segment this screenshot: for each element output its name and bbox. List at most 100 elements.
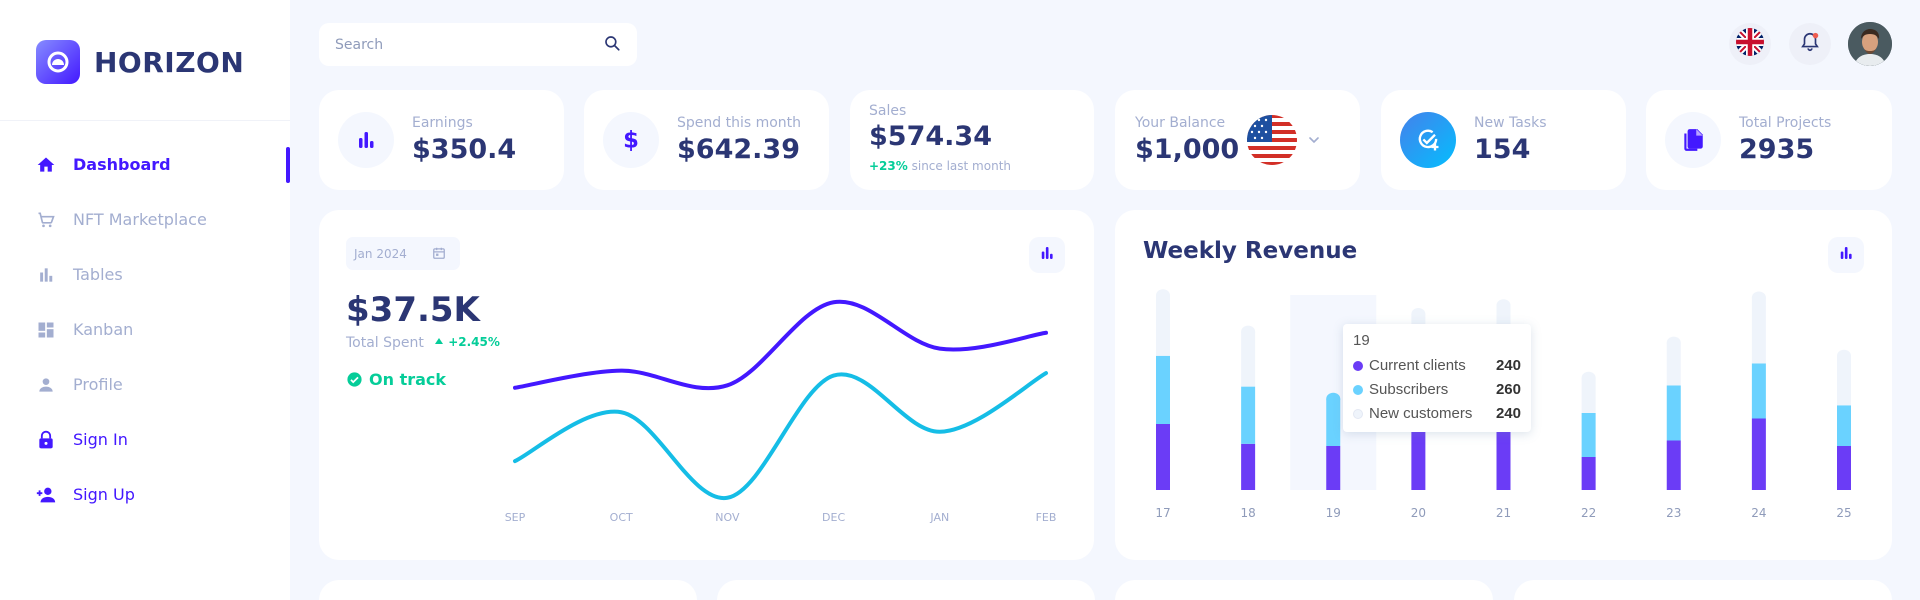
stat-label: Spend this month xyxy=(677,115,802,131)
notifications-button[interactable] xyxy=(1789,23,1831,65)
stat-card-balance: Your Balance $1,000 xyxy=(1115,90,1360,190)
total-spent-card: Jan 2024 $37.5K Total Spent +2.45% On tr… xyxy=(319,210,1094,560)
sidebar: HORIZON Dashboard NFT Marketplace Tables xyxy=(0,0,290,600)
sidebar-divider xyxy=(0,120,290,121)
bottom-card xyxy=(1514,580,1892,600)
bar-cap xyxy=(1241,325,1256,338)
sidebar-item-sign-in[interactable]: Sign In xyxy=(0,412,290,467)
bar-cap xyxy=(1326,392,1341,405)
bar-segment-new-customers[interactable] xyxy=(1751,297,1766,364)
bar-segment-current-clients[interactable] xyxy=(1326,446,1341,490)
x-tick-label: JAN xyxy=(929,511,949,524)
stat-label: Earnings xyxy=(412,115,473,131)
sidebar-item-label: NFT Marketplace xyxy=(73,210,207,229)
bar-segment-subscribers[interactable] xyxy=(1837,405,1851,446)
tooltip-row: Current clients 240 xyxy=(1353,357,1521,374)
sidebar-item-label: Tables xyxy=(73,265,123,284)
line-series-1 xyxy=(513,299,1048,391)
bar-segment-subscribers[interactable] xyxy=(1241,386,1256,444)
language-button[interactable] xyxy=(1729,23,1771,65)
stat-label: Sales xyxy=(869,103,907,119)
tooltip-row: Subscribers 260 xyxy=(1353,381,1521,398)
search-icon[interactable] xyxy=(603,34,621,56)
x-tick-label: 18 xyxy=(1240,506,1255,520)
bar-segment-new-customers[interactable] xyxy=(1156,295,1170,356)
avatar[interactable] xyxy=(1848,22,1892,66)
bar-segment-subscribers[interactable] xyxy=(1751,363,1766,419)
x-tick-label: 25 xyxy=(1836,506,1851,520)
x-tick-label: 21 xyxy=(1496,506,1511,520)
bar-cap xyxy=(1496,299,1511,312)
chart-tooltip: 19 Current clients 240 Subscribers 260 N… xyxy=(1343,324,1531,432)
bar-chart-icon xyxy=(338,112,394,168)
bar-segment-new-customers[interactable] xyxy=(1241,331,1256,387)
bar-segment-new-customers[interactable] xyxy=(1666,342,1681,386)
bar-segment-current-clients[interactable] xyxy=(1666,440,1681,491)
bar-cap xyxy=(1156,289,1170,302)
stat-value: $574.34 xyxy=(869,121,992,152)
stat-value: $1,000 xyxy=(1135,134,1240,165)
bar-segment-subscribers[interactable] xyxy=(1156,355,1170,424)
stat-value: $642.39 xyxy=(677,134,800,165)
sidebar-item-label: Sign Up xyxy=(73,485,135,504)
bar-segment-current-clients[interactable] xyxy=(1837,446,1851,490)
x-tick-label: 19 xyxy=(1326,506,1341,520)
tooltip-row: New customers 240 xyxy=(1353,405,1521,422)
bar-segment-subscribers[interactable] xyxy=(1666,385,1681,441)
bar-segment-subscribers[interactable] xyxy=(1581,413,1596,457)
bar-segment-current-clients[interactable] xyxy=(1581,457,1596,490)
sidebar-item-profile[interactable]: Profile xyxy=(0,357,290,412)
stat-label: New Tasks xyxy=(1474,115,1547,131)
sidebar-item-nft-marketplace[interactable]: NFT Marketplace xyxy=(0,192,290,247)
sidebar-item-sign-up[interactable]: Sign Up xyxy=(0,467,290,522)
line-chart: SEP OCT NOV DEC JAN FEB xyxy=(505,299,1057,524)
bar-segment-subscribers[interactable] xyxy=(1326,398,1341,446)
bar-segment-current-clients[interactable] xyxy=(1411,429,1426,491)
legend-dot xyxy=(1353,384,1363,395)
line-series-2 xyxy=(513,371,1048,500)
tooltip-title: 19 xyxy=(1353,332,1370,349)
sidebar-nav: Dashboard NFT Marketplace Tables Kanban xyxy=(0,137,290,522)
tooltip-row-value: 240 xyxy=(1495,405,1521,422)
x-tick-label: 20 xyxy=(1411,506,1426,520)
bar-chart-icon xyxy=(35,264,57,286)
x-tick-label: 22 xyxy=(1581,506,1596,520)
sidebar-item-kanban[interactable]: Kanban xyxy=(0,302,290,357)
bar-segment-current-clients[interactable] xyxy=(1751,418,1766,491)
stat-value: 154 xyxy=(1474,134,1531,165)
bar-cap xyxy=(1666,336,1681,349)
us-flag-icon xyxy=(1246,114,1298,170)
bottom-card xyxy=(1115,580,1493,600)
bottom-card xyxy=(319,580,697,600)
horizon-logo-icon xyxy=(36,40,80,84)
sidebar-item-tables[interactable]: Tables xyxy=(0,247,290,302)
logo[interactable]: HORIZON xyxy=(36,40,244,84)
stat-value: 2935 xyxy=(1739,134,1815,165)
tooltip-row-value: 260 xyxy=(1495,381,1521,398)
chevron-down-icon[interactable] xyxy=(1306,132,1322,152)
dollar-icon: $ xyxy=(603,112,659,168)
stat-card-earnings: Earnings $350.4 xyxy=(319,90,564,190)
stat-value: $350.4 xyxy=(412,134,517,165)
bar-segment-current-clients[interactable] xyxy=(1156,424,1170,490)
bell-icon xyxy=(1799,31,1821,57)
tooltip-row-name: New customers xyxy=(1369,405,1473,422)
tooltip-row-name: Subscribers xyxy=(1369,381,1449,398)
dashboard-icon xyxy=(35,319,57,341)
x-tick-label: DEC xyxy=(822,511,845,524)
bar-segment-current-clients[interactable] xyxy=(1241,443,1256,490)
search-bar[interactable] xyxy=(319,23,637,66)
bar-cap xyxy=(1837,349,1851,362)
x-tick-label: FEB xyxy=(1036,511,1057,524)
sidebar-item-dashboard[interactable]: Dashboard xyxy=(0,137,290,192)
bar-cap xyxy=(1751,291,1766,304)
sidebar-item-label: Profile xyxy=(73,375,123,394)
sidebar-item-label: Sign In xyxy=(73,430,128,449)
search-input[interactable] xyxy=(335,36,603,53)
stat-label: Total Projects xyxy=(1739,115,1832,131)
sidebar-item-label: Kanban xyxy=(73,320,134,339)
bar-segment-new-customers[interactable] xyxy=(1837,355,1851,406)
file-copy-icon xyxy=(1665,112,1721,168)
bottom-card xyxy=(717,580,1095,600)
bar-cap xyxy=(1411,308,1426,320)
